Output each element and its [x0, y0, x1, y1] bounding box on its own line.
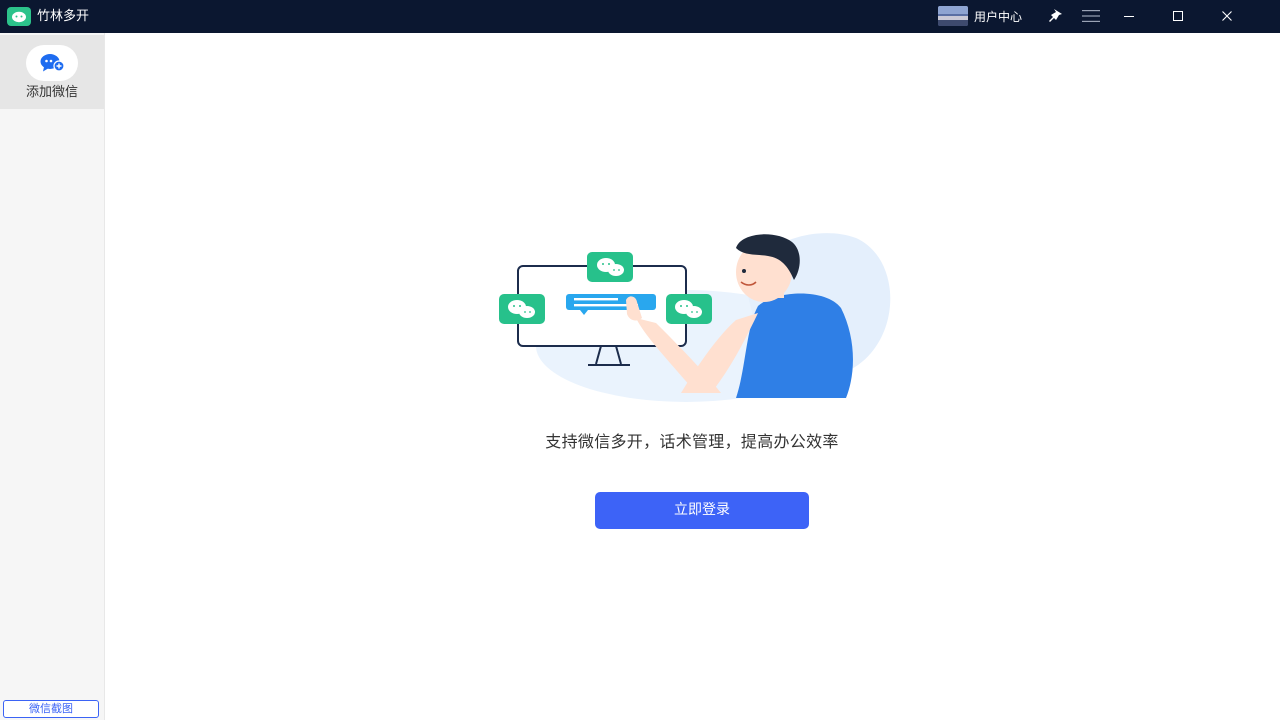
wechat-logo-icon: [7, 7, 31, 26]
app-title: 竹林多开: [37, 9, 90, 24]
wechat-screenshot-button[interactable]: 微信截图: [3, 700, 99, 718]
add-wechat-icon-wrap: [26, 45, 78, 81]
user-avatar[interactable]: [938, 6, 968, 26]
wechat-badge-right: [666, 294, 712, 324]
pin-icon: [1049, 9, 1062, 22]
maximize-icon: [1173, 11, 1183, 21]
wechat-badge-top: [587, 252, 633, 282]
maximize-button[interactable]: [1165, 4, 1191, 28]
add-chat-icon: [40, 54, 65, 72]
hero-illustration: [499, 233, 891, 402]
minimize-icon: [1124, 16, 1134, 17]
close-button[interactable]: [1214, 4, 1240, 28]
user-center-link[interactable]: 用户中心: [974, 9, 1022, 25]
menu-button[interactable]: [1078, 4, 1104, 28]
sidebar: 添加微信 微信截图: [0, 33, 105, 720]
wechat-badge-left: [499, 294, 545, 324]
close-icon: [1222, 11, 1232, 21]
login-button[interactable]: 立即登录: [595, 492, 809, 529]
menu-icon: [1082, 10, 1100, 22]
minimize-button[interactable]: [1116, 4, 1142, 28]
tagline: 支持微信多开，话术管理，提高办公效率: [545, 432, 839, 451]
add-wechat-button[interactable]: 添加微信: [0, 35, 104, 109]
add-wechat-label: 添加微信: [25, 85, 78, 100]
pin-button[interactable]: [1043, 4, 1069, 28]
title-bar: 竹林多开 用户中心: [0, 0, 1280, 33]
